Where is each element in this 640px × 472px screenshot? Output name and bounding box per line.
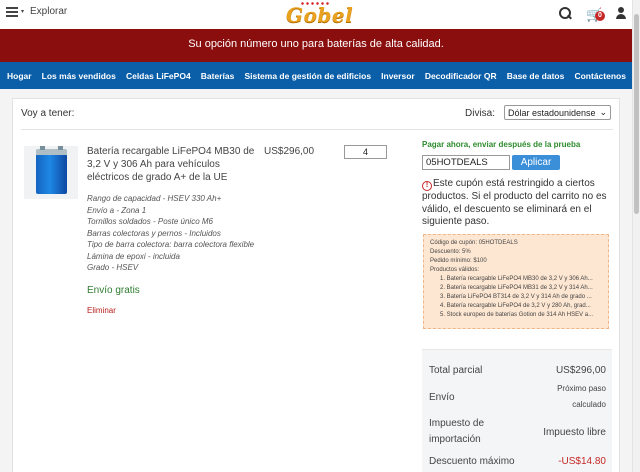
coupon-valid-label: Productos válidos:	[430, 267, 480, 273]
attribute-line: Barras colectoras y pernos - Incluidos	[87, 228, 221, 238]
cart-page: Voy a tener: Divisa: Dólar estadounidens…	[12, 98, 620, 472]
order-totals: Total parcial US$296,00 Envío Próximo pa…	[422, 349, 612, 472]
attribute-line: Grado - HSEV	[87, 263, 139, 272]
coupon-warning-text: Este cupón está restringido a ciertos pr…	[422, 178, 607, 227]
list-item: Batería recargable LiFePO4 MB31 de 3,2 V…	[440, 284, 602, 293]
product-title[interactable]: Batería recargable LiFePO4 MB30 de 3,2 V…	[87, 145, 259, 184]
free-shipping-label: Envío gratis	[87, 285, 140, 296]
battery-terminal	[58, 146, 63, 150]
attribute-line: Rango de capacidad - HSEV 330 Ah+	[87, 194, 222, 203]
divider	[21, 129, 613, 130]
apply-coupon-button[interactable]: Aplicar	[512, 155, 560, 170]
shipping-row: Envío Próximo paso calculado	[429, 380, 606, 414]
nav-item-lifepo4-cells[interactable]: Celdas LiFePO4	[126, 71, 191, 81]
remove-link[interactable]: Eliminar	[87, 306, 116, 315]
currency-select[interactable]: Dólar estadounidense ⌄	[504, 105, 611, 120]
nav-item-inverter[interactable]: Inversor	[381, 71, 415, 81]
nav-item-batteries[interactable]: Baterías	[201, 71, 235, 81]
import-tax-row: Impuesto de importación Impuesto libre	[429, 414, 606, 450]
nav-item-contact[interactable]: Contáctenos	[574, 71, 625, 81]
import-tax-label: Impuesto de importación	[429, 418, 485, 445]
currency-label: Divisa:	[465, 108, 496, 119]
list-item: Batería LiFePO4 BT314 de 3,2 V y 314 Ah …	[440, 293, 602, 302]
cart-button[interactable]: 🛒 0	[586, 6, 605, 22]
attribute-line: Tornillos soldados - Poste único M6	[87, 217, 213, 226]
coupon-discount-line: Descuento: 5%	[430, 249, 471, 255]
cart-count-badge: 0	[595, 11, 605, 21]
product-attributes: Rango de capacidad - HSEV 330 Ah+ Envío …	[87, 193, 263, 274]
explore-menu[interactable]: ▾ Explorar	[6, 6, 67, 17]
header-actions: 🛒 0	[558, 6, 628, 22]
chevron-down-icon: ▾	[21, 9, 25, 15]
scrollbar-thumb[interactable]	[634, 14, 639, 214]
product-price: US$296,00	[264, 146, 315, 157]
import-tax-value: Impuesto libre	[543, 426, 606, 438]
discount-label: Descuento máximo	[429, 455, 515, 467]
currency-value: Dólar estadounidense	[508, 107, 596, 118]
cart-heading: Voy a tener:	[21, 108, 75, 119]
attribute-line: Lámina de epoxi - incluida	[87, 251, 180, 261]
pay-later-text: Pagar ahora, enviar después de la prueba	[422, 140, 581, 149]
chevron-down-icon: ⌄	[599, 107, 607, 117]
discount-value: -US$14.80	[558, 455, 606, 467]
coupon-warning: ! Este cupón está restringido a ciertos p…	[422, 178, 612, 229]
search-icon[interactable]	[558, 6, 572, 20]
nav-item-bms[interactable]: Sistema de gestión de edificios	[244, 71, 371, 81]
nav-item-bestsellers[interactable]: Los más vendidos	[42, 71, 116, 81]
quantity-input[interactable]: 4	[344, 145, 387, 159]
subtotal-label: Total parcial	[429, 364, 483, 376]
battery-image	[36, 146, 67, 194]
explore-label: Explorar	[30, 6, 68, 17]
promo-banner: Su opción número uno para baterías de al…	[0, 29, 632, 62]
alert-icon: !	[422, 181, 432, 191]
list-item: Batería recargable LiFePO4 de 3,2 V y 28…	[440, 302, 602, 311]
nav-item-home[interactable]: Hogar	[7, 71, 32, 81]
main-nav: Hogar Los más vendidos Celdas LiFePO4 Ba…	[0, 62, 632, 89]
battery-terminal	[40, 146, 45, 150]
list-item: Stock europeo de baterías Gotion de 314 …	[440, 311, 602, 320]
coupon-details-box: Código de cupón: 05HOTDEALS Descuento: 5…	[423, 234, 609, 329]
logo[interactable]: Gobel	[286, 3, 353, 27]
list-item: Batería recargable LiFePO4 MB30 de 3,2 V…	[440, 275, 602, 284]
nav-item-database[interactable]: Base de datos	[507, 71, 565, 81]
shipping-value: Próximo paso calculado	[557, 384, 606, 409]
subtotal-value: US$296,00	[555, 364, 606, 376]
scrollbar[interactable]	[632, 0, 640, 472]
subtotal-row: Total parcial US$296,00	[429, 360, 606, 380]
product-image[interactable]	[24, 146, 78, 199]
menu-icon	[6, 7, 18, 17]
attribute-line: Envío a - Zona 1	[87, 205, 147, 215]
shipping-label: Envío	[429, 391, 455, 403]
discount-row: Descuento máximo -US$14.80	[429, 450, 606, 472]
user-icon[interactable]	[614, 6, 628, 20]
coupon-input[interactable]: 05HOTDEALS	[422, 155, 510, 170]
attribute-line: Tipo de barra colectora: barra colectora…	[87, 240, 255, 249]
top-bar: ▾ Explorar Gobel 🛒 0	[0, 0, 632, 29]
coupon-min-line: Pedido mínimo: $100	[430, 258, 487, 264]
coupon-code-line: Código de cupón: 05HOTDEALS	[430, 240, 518, 246]
nav-item-qr-decoder[interactable]: Decodificador QR	[425, 71, 497, 81]
valid-products-list: Batería recargable LiFePO4 MB30 de 3,2 V…	[440, 275, 602, 320]
